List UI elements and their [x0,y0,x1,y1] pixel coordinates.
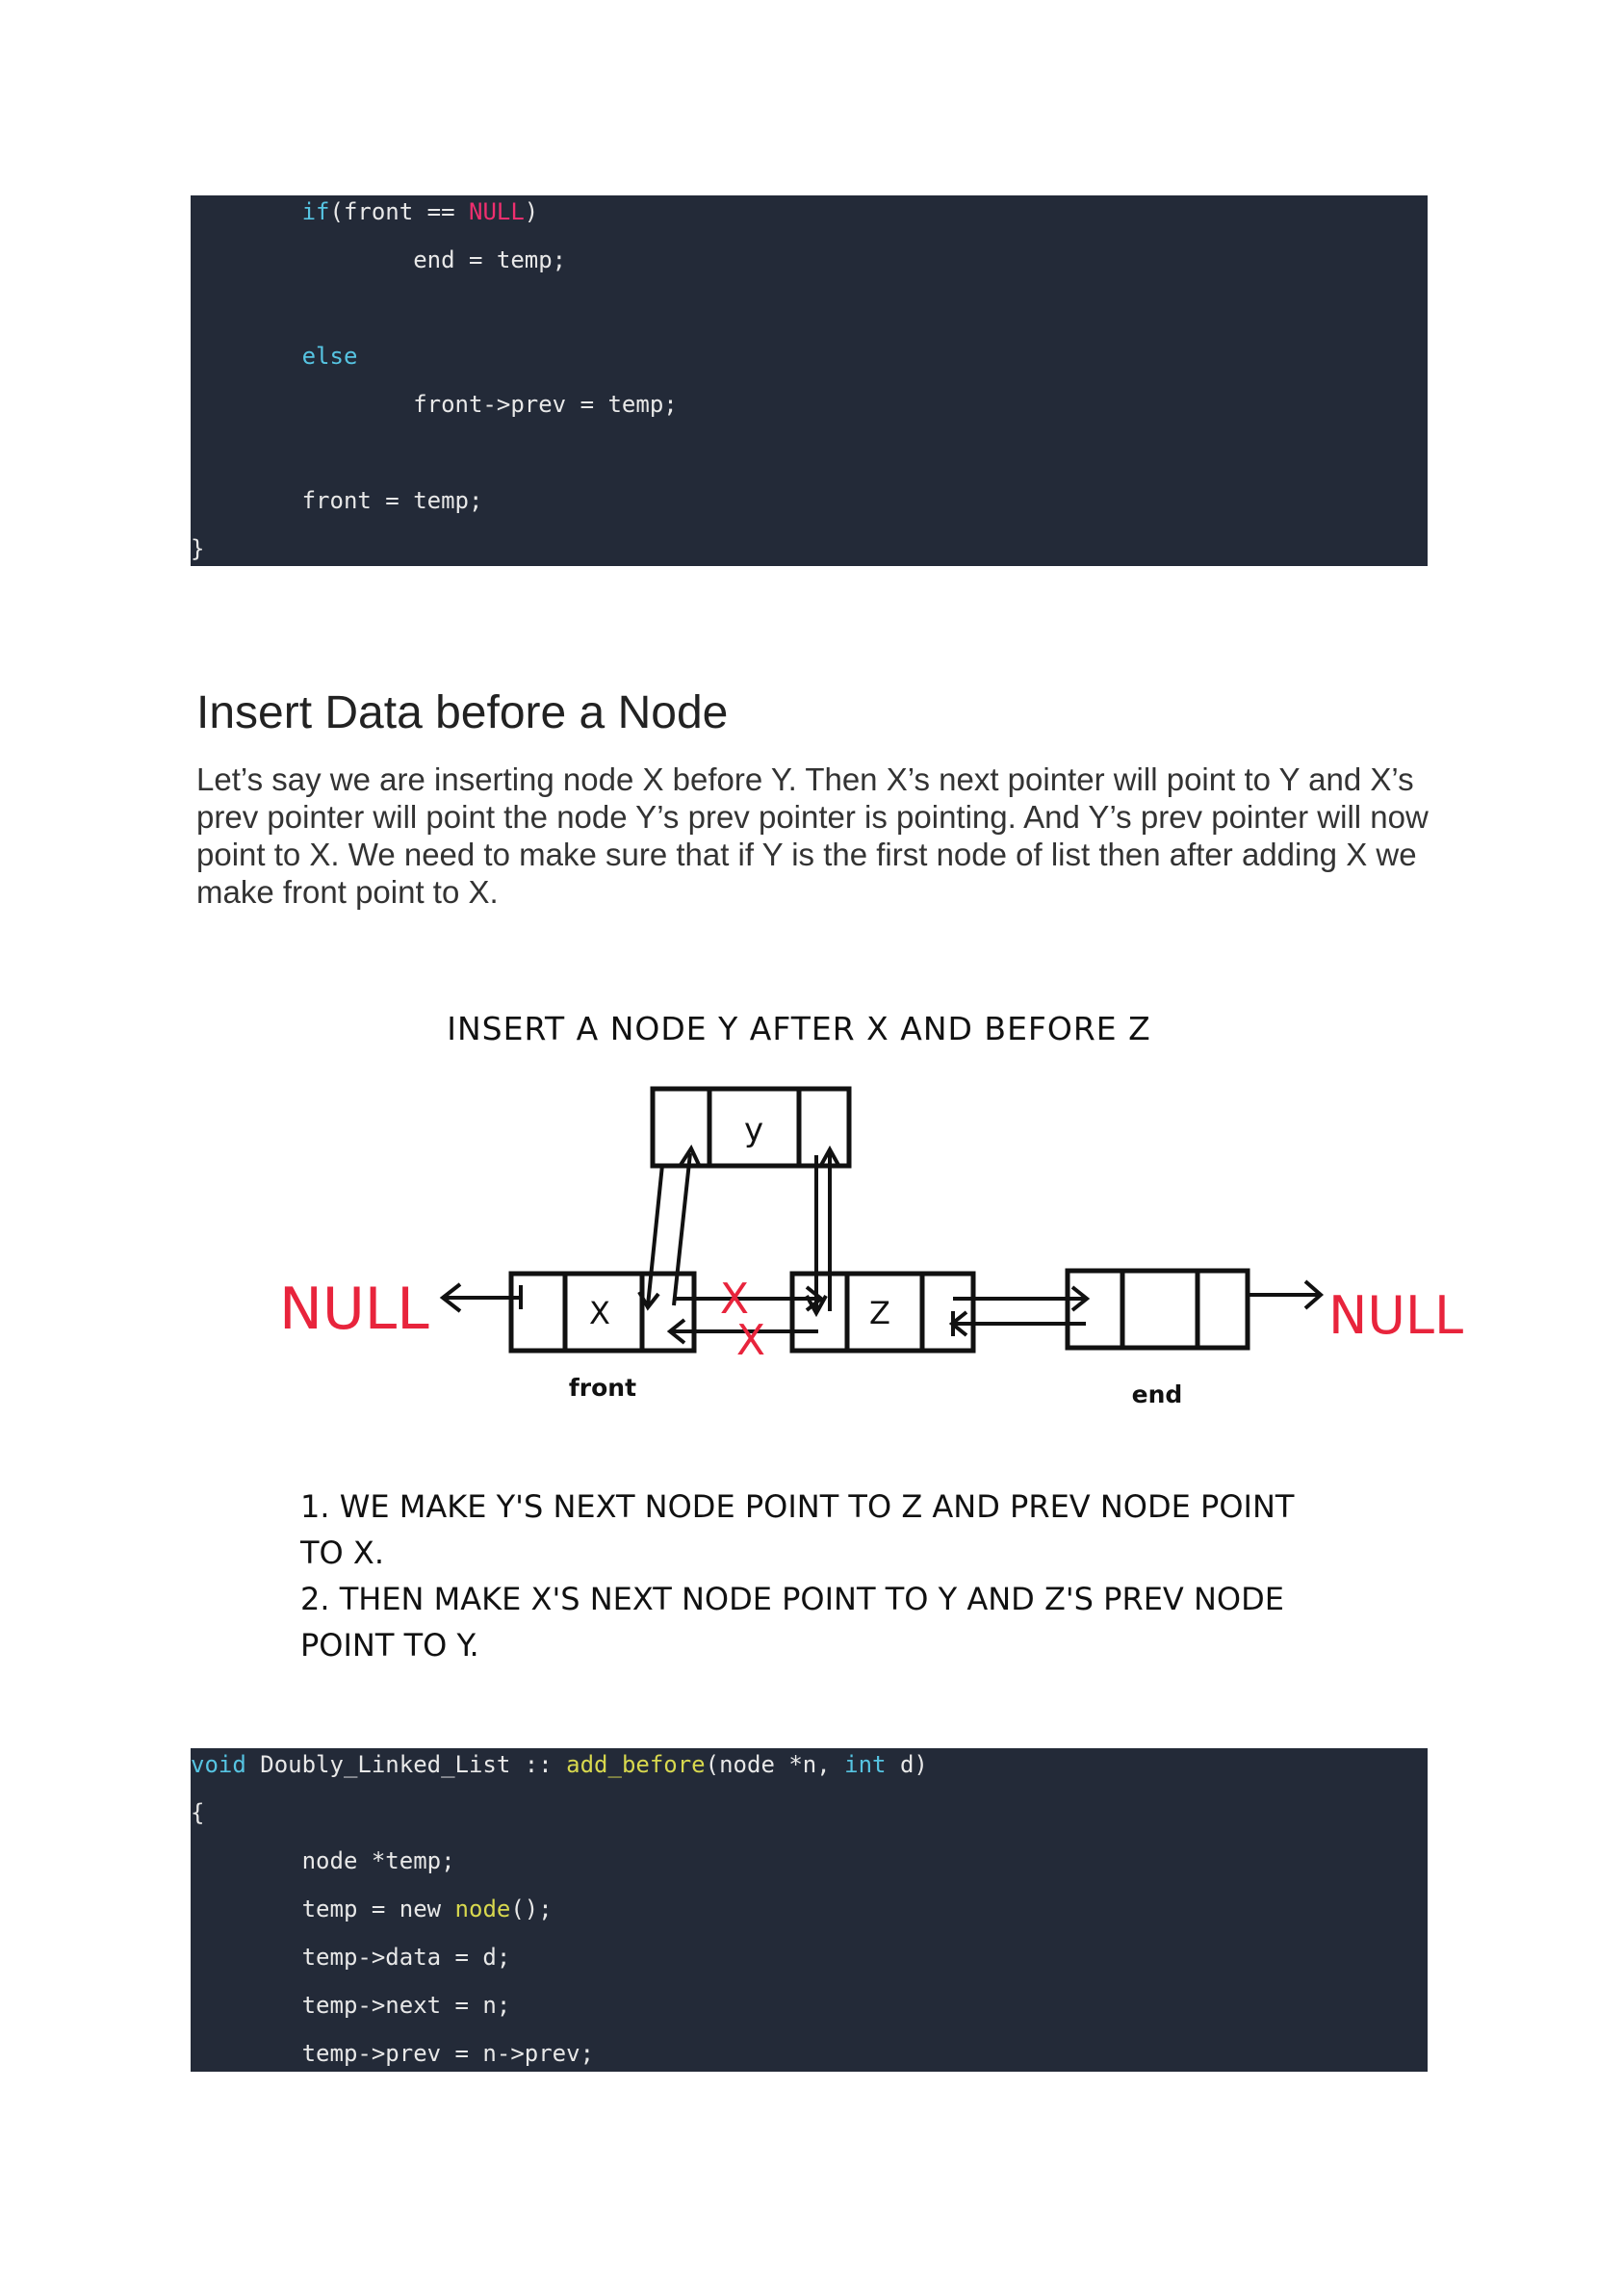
null-left-label: NULL [279,1276,429,1343]
step-line-1: 1. WE MAKE Y'S NEXT NODE POINT TO Z AND … [300,1488,1295,1525]
code-block-1: if(front == NULL) end = temp; else front… [191,195,1428,566]
code-token: d) [886,1751,928,1778]
code-token: { [191,1799,205,1826]
code-token: (node *n, [705,1751,845,1778]
arrow-end-to-null [1248,1279,1325,1310]
code-token: front->prev = temp; [413,391,678,418]
code-token: if [301,198,330,225]
code-token: int [844,1751,887,1778]
code-line: temp = new node(); [191,1893,1428,1925]
cross-mark-lower: X [736,1316,765,1365]
code-token: ) [524,198,539,225]
code-line: } [191,532,1428,565]
code-line: temp->data = d; [191,1941,1428,1974]
code-token: add_before [566,1751,706,1778]
node-x: X [508,1271,697,1354]
code-token: temp->next = n; [301,1992,511,2019]
code-token: temp->data = d; [301,1944,511,1971]
null-right-label: NULL [1328,1285,1463,1346]
node-x-label: X [589,1295,610,1331]
code-token: Doubly_Linked_List :: [245,1751,567,1778]
code-token: front = temp; [301,487,483,514]
code-line: end = temp; [191,244,1428,276]
arrows-x-y [637,1144,702,1311]
node-end [1065,1268,1250,1351]
code-line: else [191,340,1428,373]
code-line: temp->prev = n->prev; [191,2037,1428,2070]
code-token: else [301,343,358,370]
section-title: Insert Data before a Node [196,687,729,738]
linked-list-diagram: INSERT A NODE Y AFTER X AND BEFORE Z y X… [279,1010,1463,1664]
node-y-label: y [744,1111,763,1149]
code-token: NULL [469,198,525,225]
code-token: void [191,1751,246,1778]
code-token: end = temp; [413,246,567,273]
label-end: end [1132,1380,1183,1408]
code-token: temp->prev = n->prev; [301,2040,595,2067]
code-token: temp = new [301,1896,455,1922]
code-token: (); [510,1896,553,1922]
code-token: } [191,535,205,562]
diagram-title: INSERT A NODE Y AFTER X AND BEFORE Z [447,1010,1151,1047]
code-line: front->prev = temp; [191,388,1428,421]
node-z-label: Z [869,1295,890,1331]
code-token: node [454,1896,511,1922]
code-block-2: void Doubly_Linked_List :: add_before(no… [191,1748,1428,2072]
code-line: temp->next = n; [191,1989,1428,2022]
code-token: node *temp; [301,1847,455,1874]
node-z: Z [789,1271,976,1354]
step-line-3: 2. THEN MAKE X'S NEXT NODE POINT TO Y AN… [300,1581,1284,1617]
section-paragraph: Let’s say we are inserting node X before… [196,761,1429,910]
code-line: node *temp; [191,1845,1428,1877]
arrows-y-z [805,1145,841,1318]
step-line-4: POINT TO Y. [300,1627,479,1664]
code-line: void Doubly_Linked_List :: add_before(no… [191,1748,1428,1781]
code-line: front = temp; [191,484,1428,517]
code-line: if(front == NULL) [191,195,1428,228]
label-front: front [569,1374,636,1402]
node-y: y [650,1086,852,1169]
code-line: { [191,1796,1428,1829]
step-line-2: TO X. [299,1535,384,1571]
code-token: (front == [329,198,469,225]
